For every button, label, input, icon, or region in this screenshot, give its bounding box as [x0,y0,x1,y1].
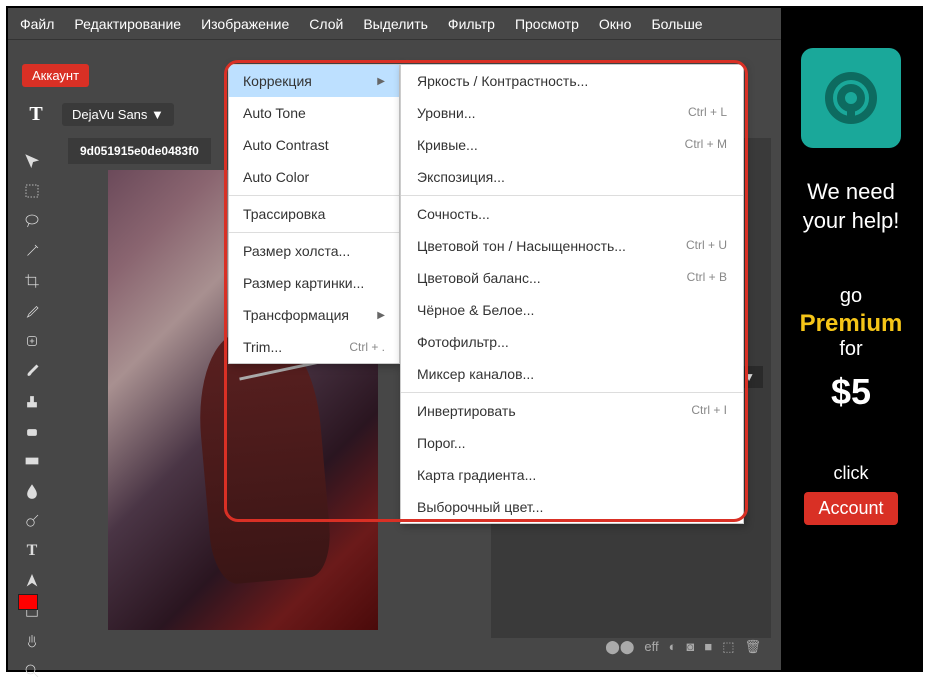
type-tool[interactable]: T [18,538,46,564]
dodge-tool[interactable] [18,508,46,534]
crop-tool[interactable] [18,268,46,294]
menu-canvas-size[interactable]: Размер холста... [229,235,399,267]
submenu-gradient-map[interactable]: Карта градиента... [401,459,743,491]
menu-view[interactable]: Просмотр [515,16,579,32]
color-swatches[interactable] [18,594,48,618]
ad-premium-text: Premium [800,310,903,338]
menu-edit[interactable]: Редактирование [74,16,181,32]
document-tab[interactable]: 9d051915e0de0483f0 [68,138,211,164]
trash-icon[interactable]: 🗑 [744,639,761,655]
shortcut-text: Ctrl + L [688,105,727,121]
menu-tracing[interactable]: Трассировка [229,198,399,230]
image-menu-dropdown: Коррекция ▶ Auto Tone Auto Contrast Auto… [228,64,400,364]
ad-account-button[interactable]: Account [804,492,897,525]
menu-image[interactable]: Изображение [201,16,289,32]
move-tool[interactable] [18,148,46,174]
effects-icon[interactable]: eff [644,639,658,655]
submenu-exposure[interactable]: Экспозиция... [401,161,743,193]
ad-price-text: $5 [831,371,871,413]
adjustment-icon[interactable]: ◙ [686,639,694,655]
eraser-tool[interactable] [18,418,46,444]
menu-correction-label: Коррекция [243,73,312,89]
submenu-bw[interactable]: Чёрное & Белое... [401,294,743,326]
menu-auto-color[interactable]: Auto Color [229,161,399,193]
folder-icon[interactable]: ■ [704,639,712,655]
pen-tool[interactable] [18,568,46,594]
submenu-channel-mixer[interactable]: Миксер каналов... [401,358,743,390]
photopea-logo [801,48,901,148]
menu-auto-tone[interactable]: Auto Tone [229,97,399,129]
foreground-color[interactable] [18,594,38,610]
hand-tool[interactable] [18,628,46,654]
ad-go-text: go [840,285,862,308]
options-bar: T DejaVu Sans ▼ [22,100,174,128]
ad-for-text: for [839,338,862,361]
menu-transform[interactable]: Трансформация ▶ [229,299,399,331]
brush-tool[interactable] [18,358,46,384]
shortcut-text: Ctrl + U [686,238,727,254]
sidebar-ad: We need your help! go Premium for $5 cli… [781,8,921,670]
submenu-vibrance[interactable]: Сочность... [401,198,743,230]
separator [401,392,743,393]
submenu-curves[interactable]: Кривые... Ctrl + M [401,129,743,161]
link-icon[interactable]: ⬤⬤ [605,639,634,655]
menu-file[interactable]: Файл [20,16,54,32]
menu-correction[interactable]: Коррекция ▶ [229,65,399,97]
shortcut-text: Ctrl + B [687,270,727,286]
submenu-color-balance[interactable]: Цветовой баланс... Ctrl + B [401,262,743,294]
submenu-levels[interactable]: Уровни... Ctrl + L [401,97,743,129]
text-tool-icon: T [22,100,50,128]
separator [229,232,399,233]
submenu-threshold[interactable]: Порог... [401,427,743,459]
separator [229,195,399,196]
app-window: Файл Редактирование Изображение Слой Выд… [6,6,923,672]
wand-tool[interactable] [18,238,46,264]
account-button[interactable]: Аккаунт [22,64,89,87]
mask-icon[interactable]: ◐ [669,639,677,655]
zoom-tool[interactable] [18,658,46,684]
menu-filter[interactable]: Фильтр [448,16,495,32]
menu-trim-label: Trim... [243,339,282,355]
menu-image-size[interactable]: Размер картинки... [229,267,399,299]
separator [401,195,743,196]
menu-auto-contrast[interactable]: Auto Contrast [229,129,399,161]
menu-transform-label: Трансформация [243,307,349,323]
submenu-selective-color[interactable]: Выборочный цвет... [401,491,743,523]
gradient-tool[interactable] [18,448,46,474]
shortcut-text: Ctrl + . [349,340,385,354]
menu-trim[interactable]: Trim... Ctrl + . [229,331,399,363]
submenu-photo-filter[interactable]: Фотофильтр... [401,326,743,358]
submenu-hue-sat[interactable]: Цветовой тон / Насыщенность... Ctrl + U [401,230,743,262]
stamp-tool[interactable] [18,388,46,414]
lasso-tool[interactable] [18,208,46,234]
marquee-tool[interactable] [18,178,46,204]
shortcut-text: Ctrl + I [691,403,727,419]
menu-select[interactable]: Выделить [363,16,428,32]
shortcut-text: Ctrl + M [685,137,727,153]
layer-panel-icons: ⬤⬤ eff ◐ ◙ ■ ⬚ 🗑 [605,639,761,655]
submenu-arrow-icon: ▶ [377,310,385,321]
new-layer-icon[interactable]: ⬚ [722,639,734,655]
submenu-arrow-icon: ▶ [377,76,385,87]
eyedropper-tool[interactable] [18,298,46,324]
submenu-invert[interactable]: Инвертировать Ctrl + I [401,395,743,427]
ad-click-text: click [834,463,869,484]
correction-submenu: Яркость / Контрастность... Уровни... Ctr… [400,64,744,524]
healing-tool[interactable] [18,328,46,354]
menu-layer[interactable]: Слой [309,16,343,32]
menu-more[interactable]: Больше [651,16,702,32]
font-select[interactable]: DejaVu Sans ▼ [62,103,174,126]
menu-window[interactable]: Окно [599,16,632,32]
blur-tool[interactable] [18,478,46,504]
submenu-brightness[interactable]: Яркость / Контрастность... [401,65,743,97]
ad-headline: We need your help! [791,178,911,235]
